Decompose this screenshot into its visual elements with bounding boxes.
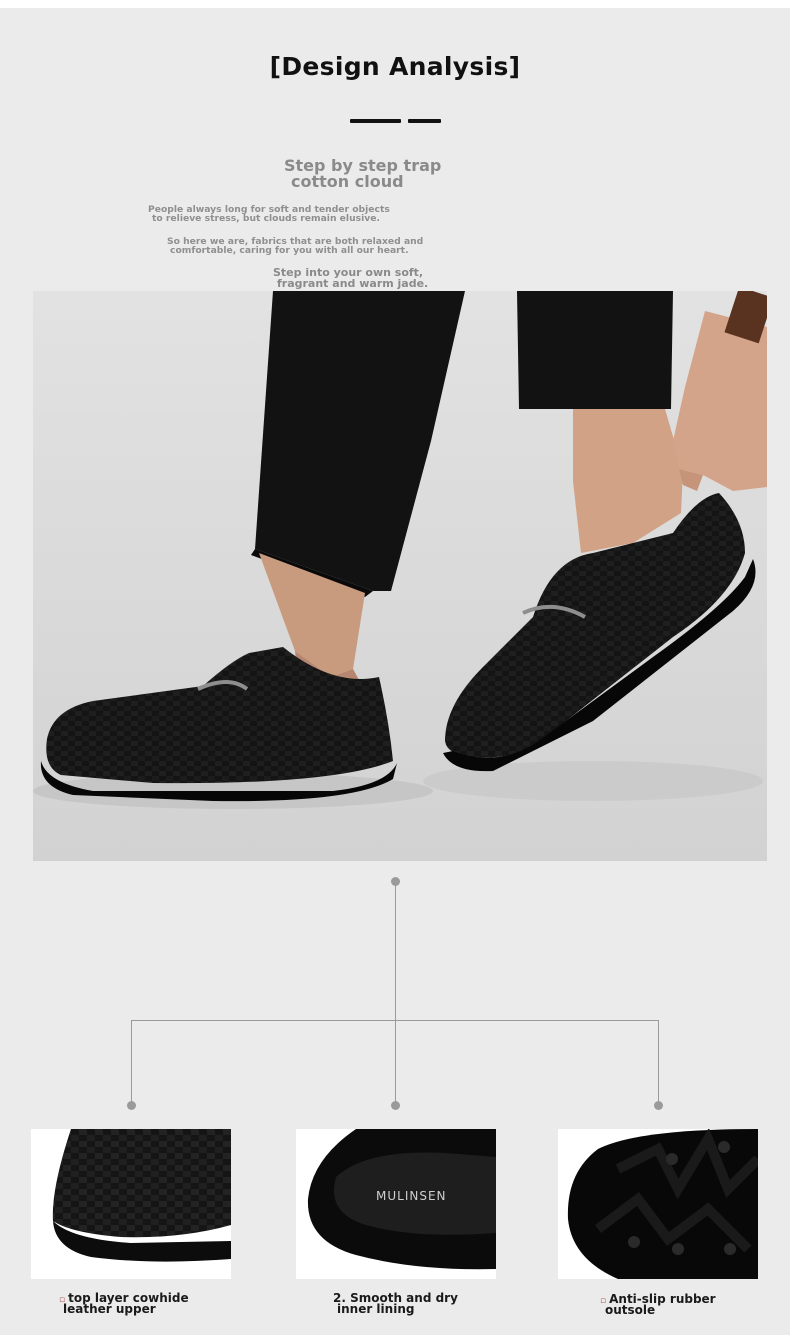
intro-text: fragrant and warm jade. bbox=[277, 277, 429, 290]
connector-line bbox=[658, 1020, 659, 1106]
subtitle-line-2: cotton cloud bbox=[291, 172, 404, 191]
feature-image-upper bbox=[31, 1129, 231, 1279]
connector-dot bbox=[127, 1101, 136, 1110]
title-underline-dash bbox=[350, 119, 401, 123]
hero-product-photo bbox=[33, 291, 767, 861]
feature-image-lining: MULINSEN bbox=[296, 1129, 496, 1279]
title-underline-dash bbox=[408, 119, 441, 123]
feature-caption-line: leather upper bbox=[63, 1302, 156, 1316]
connector-line bbox=[131, 1020, 659, 1021]
connector-line bbox=[395, 882, 396, 1106]
connector-line bbox=[131, 1020, 132, 1106]
intro-text: to relieve stress, but clouds remain elu… bbox=[152, 213, 380, 224]
top-strip bbox=[0, 0, 790, 8]
intro-text: comfortable, caring for you with all our… bbox=[170, 245, 409, 256]
feature-caption-line: outsole bbox=[605, 1303, 656, 1317]
connector-dot bbox=[654, 1101, 663, 1110]
insole-brand-text: MULINSEN bbox=[376, 1189, 447, 1203]
feature-caption-line: inner lining bbox=[337, 1302, 415, 1316]
feature-image-outsole bbox=[558, 1129, 758, 1279]
connector-dot bbox=[391, 1101, 400, 1110]
page-title: [Design Analysis] bbox=[269, 52, 521, 81]
